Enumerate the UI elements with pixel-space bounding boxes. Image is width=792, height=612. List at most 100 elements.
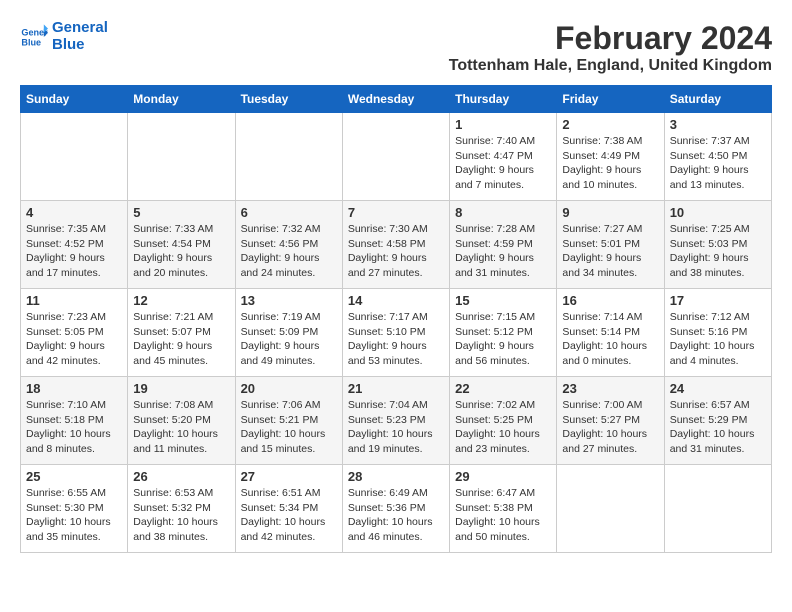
day-number: 13 bbox=[241, 293, 337, 308]
day-info: Sunrise: 7:06 AMSunset: 5:21 PMDaylight:… bbox=[241, 398, 337, 457]
weekday-header-thursday: Thursday bbox=[450, 86, 557, 113]
svg-text:Blue: Blue bbox=[21, 37, 41, 47]
calendar-cell: 23 Sunrise: 7:00 AMSunset: 5:27 PMDayligh… bbox=[557, 377, 664, 465]
day-number: 12 bbox=[133, 293, 229, 308]
day-info: Sunrise: 6:49 AMSunset: 5:36 PMDaylight:… bbox=[348, 486, 444, 545]
main-title: February 2024 bbox=[449, 20, 772, 57]
day-info: Sunrise: 7:35 AMSunset: 4:52 PMDaylight:… bbox=[26, 222, 122, 281]
day-number: 23 bbox=[562, 381, 658, 396]
calendar-cell: 2 Sunrise: 7:38 AMSunset: 4:49 PMDaylight… bbox=[557, 113, 664, 201]
calendar-table: SundayMondayTuesdayWednesdayThursdayFrid… bbox=[20, 85, 772, 553]
day-number: 24 bbox=[670, 381, 766, 396]
day-info: Sunrise: 6:55 AMSunset: 5:30 PMDaylight:… bbox=[26, 486, 122, 545]
calendar-cell: 25 Sunrise: 6:55 AMSunset: 5:30 PMDayligh… bbox=[21, 465, 128, 553]
calendar-week-4: 18 Sunrise: 7:10 AMSunset: 5:18 PMDayligh… bbox=[21, 377, 772, 465]
day-info: Sunrise: 7:10 AMSunset: 5:18 PMDaylight:… bbox=[26, 398, 122, 457]
calendar-cell: 20 Sunrise: 7:06 AMSunset: 5:21 PMDayligh… bbox=[235, 377, 342, 465]
calendar-cell bbox=[235, 113, 342, 201]
calendar-cell: 8 Sunrise: 7:28 AMSunset: 4:59 PMDaylight… bbox=[450, 201, 557, 289]
calendar-cell: 7 Sunrise: 7:30 AMSunset: 4:58 PMDaylight… bbox=[342, 201, 449, 289]
calendar-cell bbox=[21, 113, 128, 201]
day-info: Sunrise: 7:28 AMSunset: 4:59 PMDaylight:… bbox=[455, 222, 551, 281]
day-info: Sunrise: 7:17 AMSunset: 5:10 PMDaylight:… bbox=[348, 310, 444, 369]
day-number: 11 bbox=[26, 293, 122, 308]
day-info: Sunrise: 7:02 AMSunset: 5:25 PMDaylight:… bbox=[455, 398, 551, 457]
weekday-header-wednesday: Wednesday bbox=[342, 86, 449, 113]
day-info: Sunrise: 7:23 AMSunset: 5:05 PMDaylight:… bbox=[26, 310, 122, 369]
day-number: 16 bbox=[562, 293, 658, 308]
day-number: 25 bbox=[26, 469, 122, 484]
calendar-week-2: 4 Sunrise: 7:35 AMSunset: 4:52 PMDaylight… bbox=[21, 201, 772, 289]
day-info: Sunrise: 7:19 AMSunset: 5:09 PMDaylight:… bbox=[241, 310, 337, 369]
calendar-week-1: 1 Sunrise: 7:40 AMSunset: 4:47 PMDaylight… bbox=[21, 113, 772, 201]
day-info: Sunrise: 7:00 AMSunset: 5:27 PMDaylight:… bbox=[562, 398, 658, 457]
day-info: Sunrise: 7:25 AMSunset: 5:03 PMDaylight:… bbox=[670, 222, 766, 281]
day-info: Sunrise: 7:40 AMSunset: 4:47 PMDaylight:… bbox=[455, 134, 551, 193]
day-number: 21 bbox=[348, 381, 444, 396]
weekday-header-saturday: Saturday bbox=[664, 86, 771, 113]
logo-text: General bbox=[52, 20, 108, 37]
day-info: Sunrise: 7:37 AMSunset: 4:50 PMDaylight:… bbox=[670, 134, 766, 193]
calendar-week-5: 25 Sunrise: 6:55 AMSunset: 5:30 PMDayligh… bbox=[21, 465, 772, 553]
calendar-cell: 29 Sunrise: 6:47 AMSunset: 5:38 PMDayligh… bbox=[450, 465, 557, 553]
calendar-cell: 16 Sunrise: 7:14 AMSunset: 5:14 PMDayligh… bbox=[557, 289, 664, 377]
day-info: Sunrise: 6:47 AMSunset: 5:38 PMDaylight:… bbox=[455, 486, 551, 545]
day-number: 14 bbox=[348, 293, 444, 308]
logo-icon: General Blue bbox=[20, 23, 48, 51]
calendar-cell: 28 Sunrise: 6:49 AMSunset: 5:36 PMDayligh… bbox=[342, 465, 449, 553]
day-number: 18 bbox=[26, 381, 122, 396]
day-number: 9 bbox=[562, 205, 658, 220]
calendar-cell: 10Sunrise: 7:25 AMSunset: 5:03 PMDayligh… bbox=[664, 201, 771, 289]
day-info: Sunrise: 7:14 AMSunset: 5:14 PMDaylight:… bbox=[562, 310, 658, 369]
calendar-cell: 6 Sunrise: 7:32 AMSunset: 4:56 PMDaylight… bbox=[235, 201, 342, 289]
calendar-cell: 5Sunrise: 7:33 AMSunset: 4:54 PMDaylight… bbox=[128, 201, 235, 289]
day-info: Sunrise: 6:51 AMSunset: 5:34 PMDaylight:… bbox=[241, 486, 337, 545]
day-number: 17 bbox=[670, 293, 766, 308]
day-info: Sunrise: 6:53 AMSunset: 5:32 PMDaylight:… bbox=[133, 486, 229, 545]
day-number: 27 bbox=[241, 469, 337, 484]
calendar-cell bbox=[664, 465, 771, 553]
calendar-cell: 21Sunrise: 7:04 AMSunset: 5:23 PMDayligh… bbox=[342, 377, 449, 465]
day-number: 5 bbox=[133, 205, 229, 220]
logo: General Blue General Blue bbox=[20, 20, 108, 53]
weekday-header-tuesday: Tuesday bbox=[235, 86, 342, 113]
logo-subtext: Blue bbox=[52, 37, 108, 54]
calendar-cell: 4 Sunrise: 7:35 AMSunset: 4:52 PMDaylight… bbox=[21, 201, 128, 289]
calendar-cell: 24 Sunrise: 6:57 AMSunset: 5:29 PMDayligh… bbox=[664, 377, 771, 465]
calendar-cell: 3 Sunrise: 7:37 AMSunset: 4:50 PMDaylight… bbox=[664, 113, 771, 201]
day-info: Sunrise: 7:12 AMSunset: 5:16 PMDaylight:… bbox=[670, 310, 766, 369]
calendar-cell: 1 Sunrise: 7:40 AMSunset: 4:47 PMDaylight… bbox=[450, 113, 557, 201]
day-number: 29 bbox=[455, 469, 551, 484]
calendar-cell: 26 Sunrise: 6:53 AMSunset: 5:32 PMDayligh… bbox=[128, 465, 235, 553]
calendar-cell bbox=[342, 113, 449, 201]
day-info: Sunrise: 7:08 AMSunset: 5:20 PMDaylight:… bbox=[133, 398, 229, 457]
calendar-cell: 22Sunrise: 7:02 AMSunset: 5:25 PMDayligh… bbox=[450, 377, 557, 465]
day-number: 28 bbox=[348, 469, 444, 484]
calendar-cell: 12Sunrise: 7:21 AMSunset: 5:07 PMDayligh… bbox=[128, 289, 235, 377]
calendar-cell: 14 Sunrise: 7:17 AMSunset: 5:10 PMDayligh… bbox=[342, 289, 449, 377]
calendar-cell: 15Sunrise: 7:15 AMSunset: 5:12 PMDayligh… bbox=[450, 289, 557, 377]
day-number: 6 bbox=[241, 205, 337, 220]
calendar-cell: 17 Sunrise: 7:12 AMSunset: 5:16 PMDayligh… bbox=[664, 289, 771, 377]
weekday-header-sunday: Sunday bbox=[21, 86, 128, 113]
day-info: Sunrise: 6:57 AMSunset: 5:29 PMDaylight:… bbox=[670, 398, 766, 457]
weekday-header-friday: Friday bbox=[557, 86, 664, 113]
calendar-cell: 18 Sunrise: 7:10 AMSunset: 5:18 PMDayligh… bbox=[21, 377, 128, 465]
day-number: 3 bbox=[670, 117, 766, 132]
day-number: 20 bbox=[241, 381, 337, 396]
day-number: 26 bbox=[133, 469, 229, 484]
day-number: 4 bbox=[26, 205, 122, 220]
day-info: Sunrise: 7:27 AMSunset: 5:01 PMDaylight:… bbox=[562, 222, 658, 281]
day-info: Sunrise: 7:15 AMSunset: 5:12 PMDaylight:… bbox=[455, 310, 551, 369]
day-number: 7 bbox=[348, 205, 444, 220]
day-number: 8 bbox=[455, 205, 551, 220]
day-info: Sunrise: 7:32 AMSunset: 4:56 PMDaylight:… bbox=[241, 222, 337, 281]
day-info: Sunrise: 7:38 AMSunset: 4:49 PMDaylight:… bbox=[562, 134, 658, 193]
day-info: Sunrise: 7:30 AMSunset: 4:58 PMDaylight:… bbox=[348, 222, 444, 281]
day-number: 19 bbox=[133, 381, 229, 396]
day-number: 1 bbox=[455, 117, 551, 132]
calendar-week-3: 11 Sunrise: 7:23 AMSunset: 5:05 PMDayligh… bbox=[21, 289, 772, 377]
calendar-cell: 27 Sunrise: 6:51 AMSunset: 5:34 PMDayligh… bbox=[235, 465, 342, 553]
weekday-header-row: SundayMondayTuesdayWednesdayThursdayFrid… bbox=[21, 86, 772, 113]
day-number: 2 bbox=[562, 117, 658, 132]
